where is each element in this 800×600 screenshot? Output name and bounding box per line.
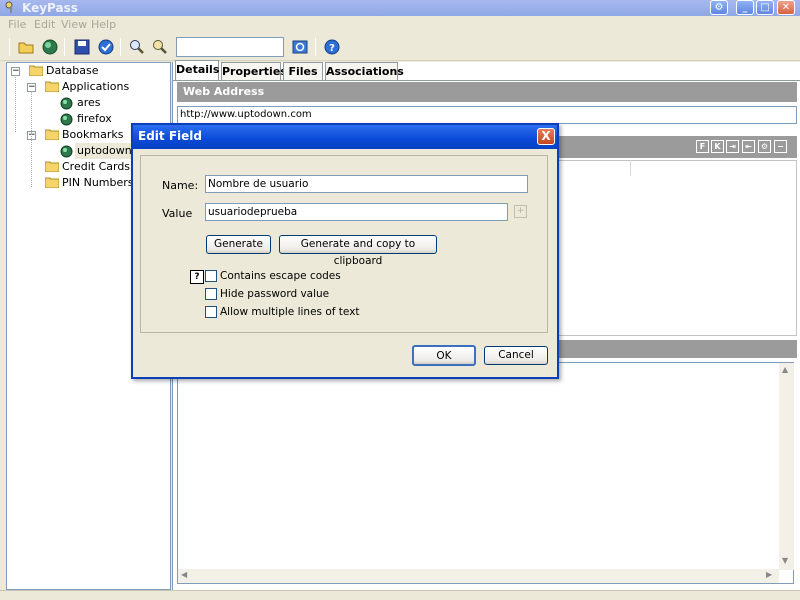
field-out-icon[interactable]: ⇤ xyxy=(742,140,755,153)
hide-password-checkbox[interactable] xyxy=(205,288,217,300)
menu-edit[interactable]: Edit xyxy=(34,18,55,31)
scroll-up-icon[interactable]: ▲ xyxy=(782,365,788,374)
field-in-icon[interactable]: ⇥ xyxy=(726,140,739,153)
tree-line xyxy=(15,75,16,132)
ok-button[interactable]: OK xyxy=(412,345,476,366)
tab-files[interactable]: Files xyxy=(283,62,323,80)
column-divider xyxy=(630,160,631,176)
tree-label: Bookmarks xyxy=(62,128,124,141)
tree-label: Applications xyxy=(62,80,130,93)
escape-codes-label[interactable]: Contains escape codes xyxy=(220,270,341,282)
save-icon[interactable] xyxy=(73,38,91,56)
find-key-icon[interactable] xyxy=(151,38,169,56)
toolbar-grip xyxy=(9,38,10,56)
folder-open-icon xyxy=(45,129,59,140)
folder-icon xyxy=(29,65,43,76)
minimize-button[interactable]: _ xyxy=(736,0,754,15)
web-address-header: Web Address xyxy=(177,82,797,102)
dialog-title-bar: Edit Field X xyxy=(133,125,557,149)
menu-help[interactable]: Help xyxy=(91,18,116,31)
open-folder-icon[interactable] xyxy=(17,38,35,56)
search-icon[interactable] xyxy=(128,38,146,56)
tree-label: firefox xyxy=(77,112,112,125)
maximize-button[interactable]: □ xyxy=(756,0,774,15)
edit-field-dialog: Edit Field X Name: Value + Generate Gene… xyxy=(131,123,559,379)
value-input[interactable] xyxy=(205,203,508,221)
minus-icon[interactable]: − xyxy=(774,140,787,153)
tab-details[interactable]: Details xyxy=(175,60,219,80)
folder-icon xyxy=(45,177,59,188)
cancel-button[interactable]: Cancel xyxy=(484,346,548,365)
value-options-button[interactable]: + xyxy=(514,205,527,218)
title-bar: KeyPass ⚙ _ □ ✕ xyxy=(0,0,800,16)
globe-icon xyxy=(60,113,73,126)
dialog-title: Edit Field xyxy=(138,129,202,143)
gear-icon[interactable]: ⚙ xyxy=(758,140,771,153)
tree-label-selected: uptodown xyxy=(75,143,134,159)
hide-password-label[interactable]: Hide password value xyxy=(220,288,329,300)
tree-label: Database xyxy=(46,64,99,77)
name-input[interactable] xyxy=(205,175,528,193)
notes-area[interactable] xyxy=(177,362,794,584)
help-icon[interactable]: ? xyxy=(323,38,341,56)
help-button[interactable]: ? xyxy=(190,270,204,284)
menu-view[interactable]: View xyxy=(61,18,87,31)
field-button-k[interactable]: K xyxy=(711,140,724,153)
scroll-down-icon[interactable]: ▼ xyxy=(782,556,788,565)
close-window-button[interactable]: ✕ xyxy=(777,0,795,15)
multiline-label[interactable]: Allow multiple lines of text xyxy=(220,306,360,318)
toolbar-search-input[interactable] xyxy=(176,37,284,57)
globe-icon xyxy=(60,97,73,110)
globe-icon xyxy=(60,145,73,158)
status-bar xyxy=(0,590,800,600)
toolbar: ? xyxy=(0,33,800,61)
toolbar-separator xyxy=(315,38,316,56)
folder-open-icon xyxy=(45,81,59,92)
menu-bar: File Edit View Help xyxy=(0,16,800,33)
field-button-f[interactable]: F xyxy=(696,140,709,153)
dialog-close-button[interactable]: X xyxy=(537,128,555,145)
generate-button[interactable]: Generate xyxy=(206,235,271,254)
refresh-icon[interactable] xyxy=(291,38,309,56)
tree-label: PIN Numbers xyxy=(62,176,134,189)
help-window-button[interactable]: ⚙ xyxy=(710,0,728,15)
globe-icon[interactable] xyxy=(41,38,59,56)
tree-label: Credit Cards xyxy=(62,160,131,173)
value-label: Value xyxy=(162,207,193,220)
app-title: KeyPass xyxy=(22,1,78,15)
scroll-left-icon[interactable]: ◀ xyxy=(181,570,187,579)
generate-copy-button[interactable]: Generate and copy to clipboard xyxy=(279,235,437,267)
escape-codes-checkbox[interactable] xyxy=(205,270,217,282)
toolbar-separator xyxy=(64,38,65,56)
tree-line xyxy=(31,91,32,187)
tab-associations[interactable]: Associations xyxy=(325,62,404,80)
menu-file[interactable]: File xyxy=(8,18,26,31)
horizontal-scrollbar[interactable]: ◀ ▶ xyxy=(178,569,779,583)
scroll-right-icon[interactable]: ▶ xyxy=(766,570,772,579)
vertical-scrollbar[interactable]: ▲ ▼ xyxy=(779,363,794,570)
tab-divider xyxy=(173,80,800,81)
tree-label: ares xyxy=(77,96,101,109)
check-icon[interactable] xyxy=(97,38,115,56)
svg-text:?: ? xyxy=(329,43,335,54)
toolbar-separator xyxy=(120,38,121,56)
folder-icon xyxy=(45,161,59,172)
keypass-app-icon xyxy=(5,1,13,13)
name-label: Name: xyxy=(162,179,199,192)
web-address-field[interactable]: http://www.uptodown.com xyxy=(177,106,797,124)
multiline-checkbox[interactable] xyxy=(205,306,217,318)
tab-properties[interactable]: Properties xyxy=(221,62,287,80)
